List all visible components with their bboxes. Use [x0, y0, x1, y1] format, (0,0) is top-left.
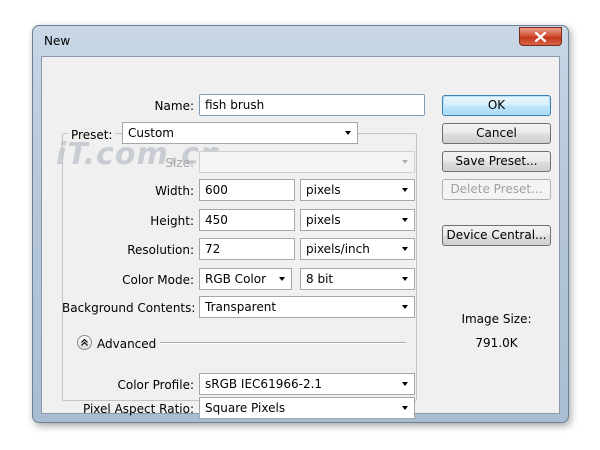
- chevron-down-icon: [279, 277, 285, 281]
- dialog-title: New: [44, 34, 71, 48]
- resolution-unit-select[interactable]: pixels/inch: [300, 238, 415, 260]
- double-chevron-up-icon: [81, 338, 88, 346]
- chevron-down-icon: [402, 218, 408, 222]
- save-preset-button[interactable]: Save Preset...: [442, 151, 551, 172]
- color-profile-value: sRGB IEC61966-2.1: [205, 377, 323, 391]
- background-contents-select[interactable]: Transparent: [199, 296, 415, 318]
- close-button[interactable]: [519, 27, 562, 46]
- resolution-label: Resolution:: [127, 243, 194, 257]
- color-mode-select[interactable]: RGB Color: [199, 268, 292, 290]
- bit-depth-select[interactable]: 8 bit: [300, 268, 415, 290]
- chevron-down-icon: [345, 131, 351, 135]
- new-document-dialog: New iT.com.cn Name: fish brush Preset: C…: [32, 25, 569, 423]
- pixel-aspect-ratio-select[interactable]: Square Pixels: [199, 397, 415, 419]
- color-mode-value: RGB Color: [205, 272, 267, 286]
- advanced-divider: [160, 342, 406, 344]
- close-icon: [535, 31, 546, 42]
- name-label: Name:: [154, 99, 194, 113]
- preset-label: Preset:: [68, 128, 116, 142]
- name-field[interactable]: fish brush: [199, 94, 425, 116]
- advanced-label: Advanced: [97, 337, 157, 351]
- width-unit-value: pixels: [306, 183, 341, 197]
- chevron-down-icon: [402, 305, 408, 309]
- chevron-down-icon: [402, 247, 408, 251]
- preset-select[interactable]: Custom: [122, 122, 358, 144]
- width-unit-select[interactable]: pixels: [300, 179, 415, 201]
- height-label: Height:: [150, 214, 194, 228]
- resolution-unit-value: pixels/inch: [306, 242, 370, 256]
- width-label: Width:: [155, 184, 194, 198]
- height-field[interactable]: 450: [199, 209, 295, 231]
- device-central-button[interactable]: Device Central...: [442, 225, 551, 246]
- width-field[interactable]: 600: [199, 179, 295, 201]
- preset-select-value: Custom: [128, 126, 174, 140]
- color-mode-label: Color Mode:: [122, 273, 194, 287]
- height-unit-select[interactable]: pixels: [300, 209, 415, 231]
- height-unit-value: pixels: [306, 213, 341, 227]
- bit-depth-value: 8 bit: [306, 272, 334, 286]
- image-size-value: 791.0K: [475, 336, 518, 350]
- cancel-button[interactable]: Cancel: [442, 123, 551, 144]
- resolution-field[interactable]: 72: [199, 238, 295, 260]
- advanced-toggle-button[interactable]: [77, 335, 92, 350]
- pixel-aspect-ratio-value: Square Pixels: [205, 401, 286, 415]
- chevron-down-icon: [402, 160, 408, 164]
- size-label: Size:: [165, 156, 194, 170]
- delete-preset-button: Delete Preset...: [442, 179, 551, 200]
- color-profile-label: Color Profile:: [117, 378, 195, 392]
- title-bar[interactable]: New: [33, 26, 568, 54]
- preset-group-box: [62, 133, 417, 401]
- ok-button[interactable]: OK: [442, 95, 551, 116]
- chevron-down-icon: [402, 382, 408, 386]
- background-contents-value: Transparent: [205, 300, 277, 314]
- pixel-aspect-ratio-label: Pixel Aspect Ratio:: [83, 402, 194, 416]
- chevron-down-icon: [402, 188, 408, 192]
- chevron-down-icon: [402, 277, 408, 281]
- chevron-down-icon: [402, 406, 408, 410]
- size-select: [199, 151, 415, 173]
- color-profile-select[interactable]: sRGB IEC61966-2.1: [199, 373, 415, 395]
- dialog-body: iT.com.cn Name: fish brush Preset: Custo…: [41, 56, 560, 419]
- background-contents-label: Background Contents:: [62, 301, 196, 315]
- image-size-label: Image Size:: [461, 312, 532, 326]
